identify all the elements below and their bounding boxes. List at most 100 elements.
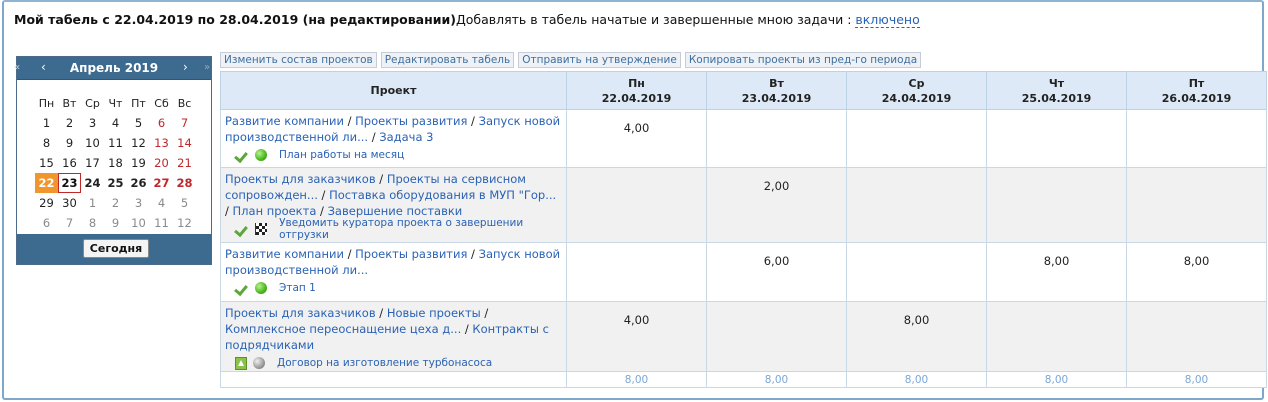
project-path-link[interactable]: Развитие компании [225,247,344,261]
hours-cell[interactable] [846,109,987,168]
setting-toggle-link[interactable]: включено [855,12,920,28]
calendar-day[interactable]: 3 [81,116,104,130]
hours-cell[interactable] [706,301,847,372]
hours-value: 2,00 [763,179,790,193]
calendar-day-today[interactable]: 22 [35,173,58,193]
calendar-day[interactable]: 19 [127,156,150,170]
hours-cell[interactable]: 8,00 [846,301,987,372]
project-path-link[interactable]: Развитие компании [225,114,344,128]
column-header-day: Вт 23.04.2019 [706,71,847,110]
calendar-day[interactable]: 1 [35,116,58,130]
project-path-link[interactable]: Проекты для заказчиков [225,306,376,320]
calendar-day[interactable]: 27 [150,176,173,190]
hours-cell[interactable] [846,167,987,243]
project-path-link[interactable]: Проекты развития [355,114,467,128]
project-path-link[interactable]: Комплексное переоснащение цеха д... [225,322,461,336]
calendar-day-other-month[interactable]: 9 [104,216,127,230]
column-header-day: Пн 22.04.2019 [566,71,707,110]
project-path-link[interactable]: Задача 3 [379,130,433,144]
calendar-day[interactable]: 17 [81,156,104,170]
calendar-day[interactable]: 13 [150,136,173,150]
next-month-icon[interactable]: › [183,60,188,74]
calendar-day-other-month[interactable]: 1 [81,196,104,210]
calendar-day[interactable]: 30 [58,196,81,210]
calendar-day[interactable]: 9 [58,136,81,150]
calendar-day-selected[interactable]: 23 [58,173,81,193]
calendar-day[interactable]: 29 [35,196,58,210]
hours-cell[interactable] [986,301,1127,372]
calendar-day-other-month[interactable]: 3 [127,196,150,210]
calendar-day[interactable]: 21 [173,156,196,170]
calendar-day[interactable]: 11 [104,136,127,150]
hours-value: 8,00 [1043,254,1070,268]
hours-cell[interactable] [566,242,707,302]
hours-cell[interactable] [986,109,1127,168]
today-button[interactable]: Сегодня [83,239,149,258]
calendar-day-other-month[interactable]: 10 [127,216,150,230]
calendar-day[interactable]: 6 [150,116,173,130]
change-projects-button[interactable]: Изменить состав проектов [220,52,377,68]
calendar-day-other-month[interactable]: 4 [150,196,173,210]
hours-cell[interactable]: 4,00 [566,301,707,372]
project-path-link[interactable]: План проекта [233,204,317,218]
calendar-day-other-month[interactable]: 8 [81,216,104,230]
hours-value [847,110,986,121]
column-header-project: Проект [220,71,567,110]
hours-cell[interactable] [1126,109,1267,168]
next-year-icon[interactable]: » [204,62,210,73]
calendar-day-other-month[interactable]: 2 [104,196,127,210]
hours-cell[interactable]: 8,00 [986,242,1127,302]
calendar-day[interactable]: 8 [35,136,58,150]
calendar-day[interactable]: 15 [35,156,58,170]
copy-projects-button[interactable]: Копировать проекты из пред-го периода [684,52,922,68]
edit-timesheet-button[interactable]: Редактировать табель [380,52,515,68]
hours-cell[interactable] [1126,167,1267,243]
project-path-link[interactable]: Поставка оборудования в МУП "Гор... [329,188,556,202]
calendar-day[interactable]: 14 [173,136,196,150]
column-header-dow: Вт [769,76,784,90]
calendar-day[interactable]: 7 [173,116,196,130]
task-link[interactable]: Этап 1 [279,282,316,294]
calendar-day[interactable]: 5 [127,116,150,130]
calendar-day-other-month[interactable]: 11 [150,216,173,230]
calendar-day[interactable]: 18 [104,156,127,170]
calendar-day-other-month[interactable]: 6 [35,216,58,230]
hours-cell[interactable] [846,242,987,302]
project-path-link[interactable]: Завершение поставки [328,204,463,218]
task-link[interactable]: Уведомить куратора проекта о завершении … [279,217,566,241]
calendar-day-other-month[interactable]: 7 [58,216,81,230]
task-link[interactable]: План работы на месяц [279,149,404,161]
hours-cell[interactable]: 4,00 [566,109,707,168]
calendar-day-other-month[interactable]: 12 [173,216,196,230]
hours-value [987,302,1126,313]
calendar-day-other-month[interactable]: 5 [173,196,196,210]
hours-cell[interactable]: 8,00 [1126,242,1267,302]
hours-cell[interactable] [566,167,707,243]
send-for-approval-button[interactable]: Отправить на утверждение [518,52,681,68]
column-header-day: Пт 26.04.2019 [1126,71,1267,110]
calendar-day[interactable]: 28 [173,176,196,190]
calendar-day[interactable]: 26 [127,176,150,190]
hours-cell[interactable]: 6,00 [706,242,847,302]
calendar-day[interactable]: 20 [150,156,173,170]
calendar-weekday-row: Пн Вт Ср Чт Пт Сб Вс [35,93,196,113]
hours-cell[interactable] [706,109,847,168]
calendar-day[interactable]: 24 [81,176,104,190]
task-line: Уведомить куратора проекта о завершении … [221,217,566,241]
calendar-day[interactable]: 25 [104,176,127,190]
hours-cell[interactable] [1126,301,1267,372]
calendar-day[interactable]: 12 [127,136,150,150]
hours-cell[interactable]: 2,00 [706,167,847,243]
calendar-day[interactable]: 2 [58,116,81,130]
column-header-date: 26.04.2019 [1161,91,1232,105]
task-link[interactable]: Договор на изготовление турбонасоса [277,357,492,369]
calendar-day[interactable]: 4 [104,116,127,130]
project-path-link[interactable]: Проекты для заказчиков [225,172,376,186]
calendar-day[interactable]: 10 [81,136,104,150]
project-path-link[interactable]: Новые проекты [387,306,481,320]
project-path-link[interactable]: Проекты развития [355,247,467,261]
calendar-day[interactable]: 16 [58,156,81,170]
total-value: 8,00 [706,371,847,388]
table-row: Развитие компании / Проекты развития / З… [220,109,1267,168]
hours-cell[interactable] [986,167,1127,243]
